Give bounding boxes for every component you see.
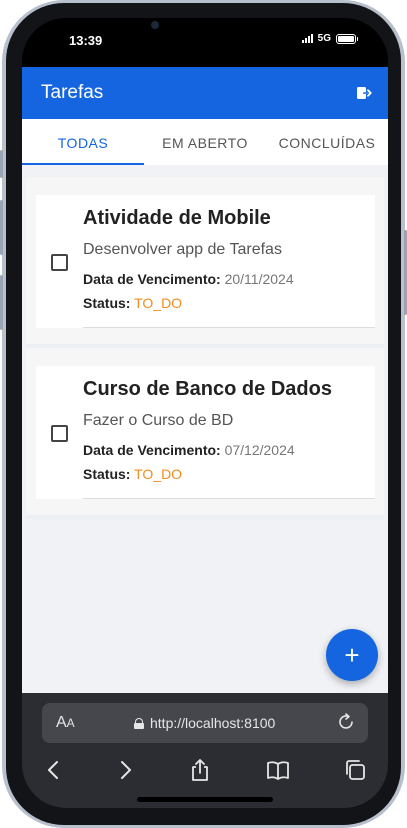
task-status: Status: TO_DO — [83, 295, 182, 311]
task-list: Atividade de Mobile Desenvolver app de T… — [26, 177, 384, 519]
status-indicators: 5G — [301, 33, 358, 44]
task-list-area: Atividade de Mobile Desenvolver app de T… — [22, 165, 388, 693]
tab-bar: TODAS EM ABERTO CONCLUÍDAS — [22, 119, 388, 165]
url-text: http://localhost:8100 — [150, 715, 276, 731]
due-value: 20/11/2024 — [224, 271, 294, 287]
side-button-volume-up — [0, 200, 3, 255]
tab-concluidas[interactable]: CONCLUÍDAS — [266, 119, 388, 165]
bookmarks-icon[interactable] — [265, 757, 291, 783]
task-checkbox[interactable] — [51, 425, 68, 442]
due-label: Data de Vencimento: — [83, 442, 221, 458]
app-header: Tarefas — [22, 67, 388, 119]
plus-icon: + — [344, 639, 360, 670]
task-title: Curso de Banco de Dados — [83, 378, 332, 400]
tab-em-aberto[interactable]: EM ABERTO — [144, 119, 266, 165]
status-bar: 13:39 5G — [22, 18, 388, 66]
url-display: http://localhost:8100 — [134, 715, 275, 731]
screen: 13:39 5G Tarefas TODAS EM ABERTO CONCLUÍ… — [22, 18, 388, 808]
home-indicator — [137, 797, 273, 802]
status-value: TO_DO — [134, 295, 183, 311]
side-button-volume-down — [0, 275, 3, 330]
text-size-large: A — [56, 714, 67, 731]
share-icon[interactable] — [187, 757, 213, 783]
divider — [83, 498, 375, 499]
status-label: Status: — [83, 295, 131, 311]
task-title: Atividade de Mobile — [83, 207, 271, 229]
task-status: Status: TO_DO — [83, 466, 182, 482]
forward-icon[interactable] — [112, 757, 138, 783]
battery-icon — [336, 33, 358, 44]
task-card: Atividade de Mobile Desenvolver app de T… — [26, 177, 384, 348]
browser-nav — [22, 751, 388, 791]
add-task-button[interactable]: + — [326, 629, 378, 681]
task-card: Curso de Banco de Dados Fazer o Curso de… — [26, 348, 384, 519]
logout-icon[interactable] — [356, 85, 372, 101]
card-separator — [26, 515, 384, 519]
camera-icon — [151, 21, 159, 29]
task-card-body: Atividade de Mobile Desenvolver app de T… — [36, 195, 375, 328]
due-value: 07/12/2024 — [224, 442, 295, 458]
page-title: Tarefas — [41, 82, 104, 103]
task-description: Desenvolver app de Tarefas — [83, 241, 282, 258]
address-bar[interactable]: AA http://localhost:8100 — [42, 703, 368, 743]
task-due-date: Data de Vencimento: 20/11/2024 — [83, 271, 294, 287]
status-value: TO_DO — [134, 466, 183, 482]
reload-icon[interactable] — [336, 712, 356, 732]
status-time: 13:39 — [69, 33, 103, 48]
tabs-icon[interactable] — [342, 757, 368, 783]
lock-icon — [134, 717, 144, 729]
network-label: 5G — [317, 33, 331, 44]
due-label: Data de Vencimento: — [83, 271, 221, 287]
browser-toolbar: AA http://localhost:8100 — [22, 693, 388, 808]
status-label: Status: — [83, 466, 131, 482]
tab-todas[interactable]: TODAS — [22, 119, 144, 165]
dynamic-island — [150, 20, 260, 46]
side-button-silent — [0, 150, 3, 178]
task-card-body: Curso de Banco de Dados Fazer o Curso de… — [36, 366, 375, 499]
task-description: Fazer o Curso de BD — [83, 412, 234, 429]
back-icon[interactable] — [41, 757, 67, 783]
signal-icon — [301, 34, 313, 43]
divider — [83, 327, 375, 328]
task-checkbox[interactable] — [51, 254, 68, 271]
text-size-button[interactable]: AA — [56, 714, 75, 732]
task-due-date: Data de Vencimento: 07/12/2024 — [83, 442, 295, 458]
text-size-small: A — [66, 716, 75, 730]
